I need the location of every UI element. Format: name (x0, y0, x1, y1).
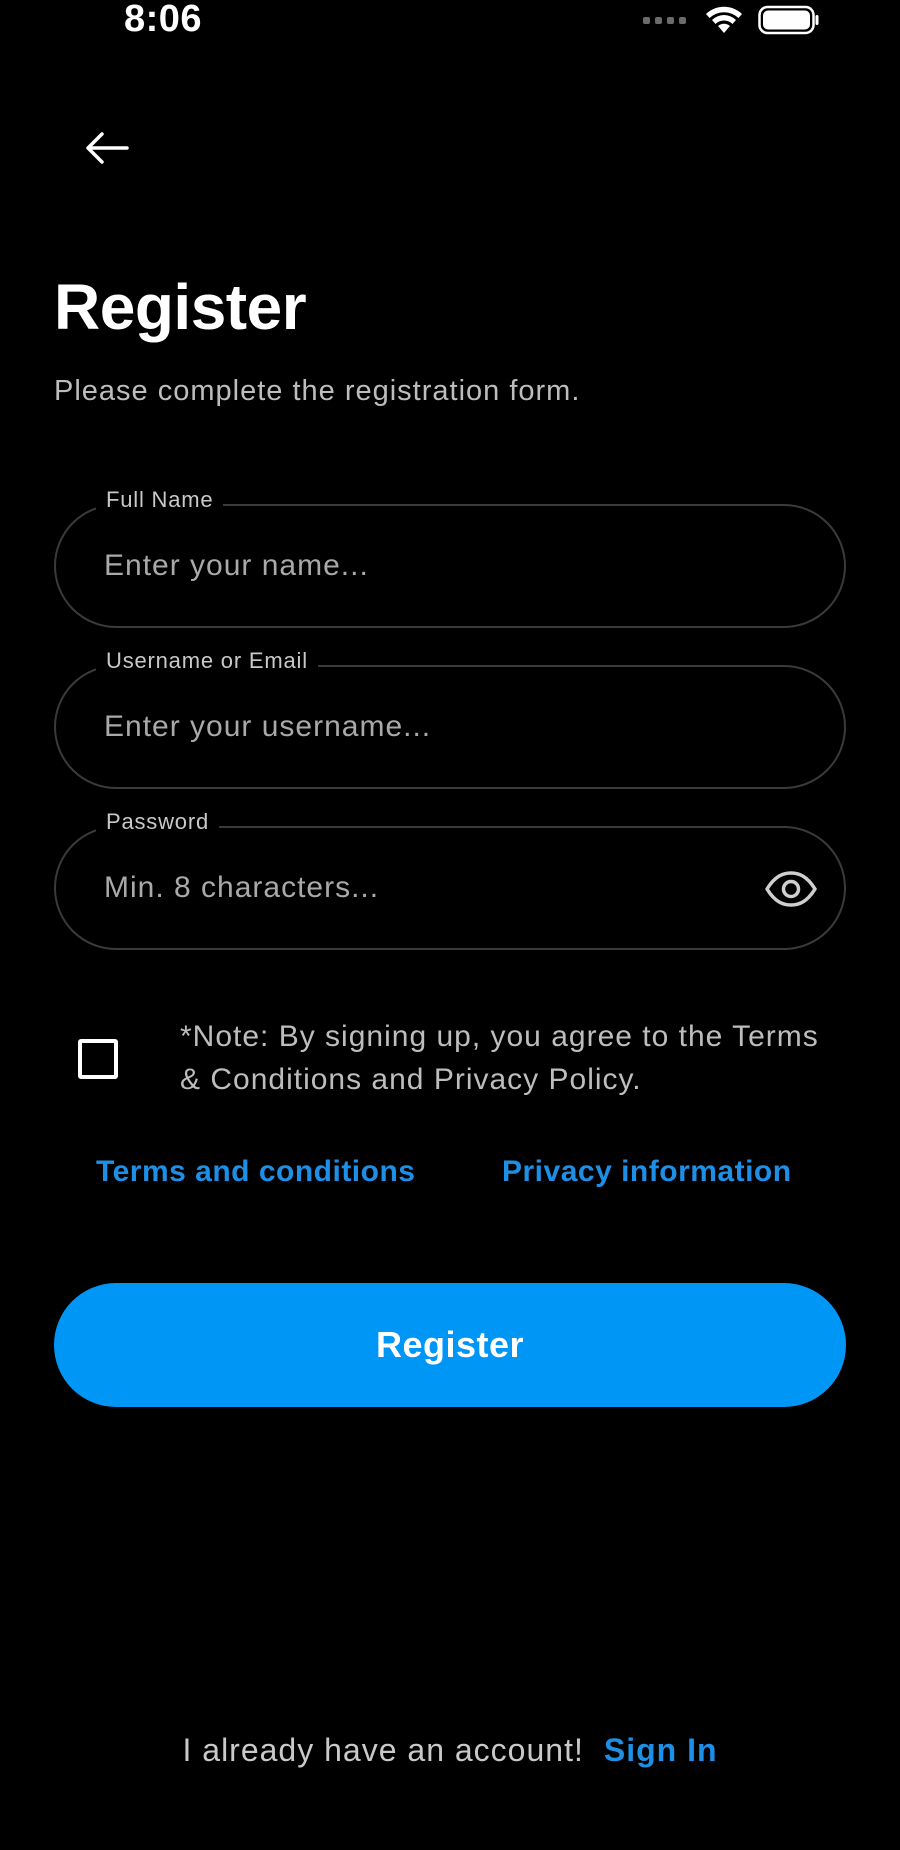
battery-icon (758, 5, 819, 35)
back-button[interactable] (72, 118, 142, 178)
wifi-icon (706, 6, 742, 33)
password-visibility-toggle[interactable] (764, 866, 818, 912)
signal-dots-icon (643, 16, 686, 24)
full-name-input[interactable] (104, 506, 744, 626)
page-title: Register (54, 271, 307, 343)
footer: I already have an account! Sign In (0, 1732, 900, 1769)
terms-checkbox[interactable] (78, 1039, 118, 1079)
register-screen: 8:06 Register Please complete the regist… (0, 0, 900, 1850)
sign-in-link[interactable]: Sign In (604, 1732, 718, 1769)
status-icons (643, 4, 820, 36)
page-subtitle: Please complete the registration form. (54, 375, 581, 407)
full-name-field[interactable]: Full Name (54, 487, 846, 628)
terms-note: *Note: By signing up, you agree to the T… (180, 1020, 819, 1096)
register-button[interactable]: Register (54, 1283, 846, 1407)
privacy-link[interactable]: Privacy information (502, 1155, 792, 1189)
arrow-left-icon (86, 132, 129, 164)
terms-link[interactable]: Terms and conditions (96, 1155, 415, 1189)
footer-text: I already have an account! (182, 1732, 584, 1768)
username-input[interactable] (104, 667, 744, 787)
password-input[interactable] (104, 828, 744, 948)
eye-icon (765, 871, 817, 907)
password-field[interactable]: Password (54, 809, 846, 950)
username-field[interactable]: Username or Email (54, 648, 846, 789)
status-time: 8:06 (124, 0, 203, 40)
